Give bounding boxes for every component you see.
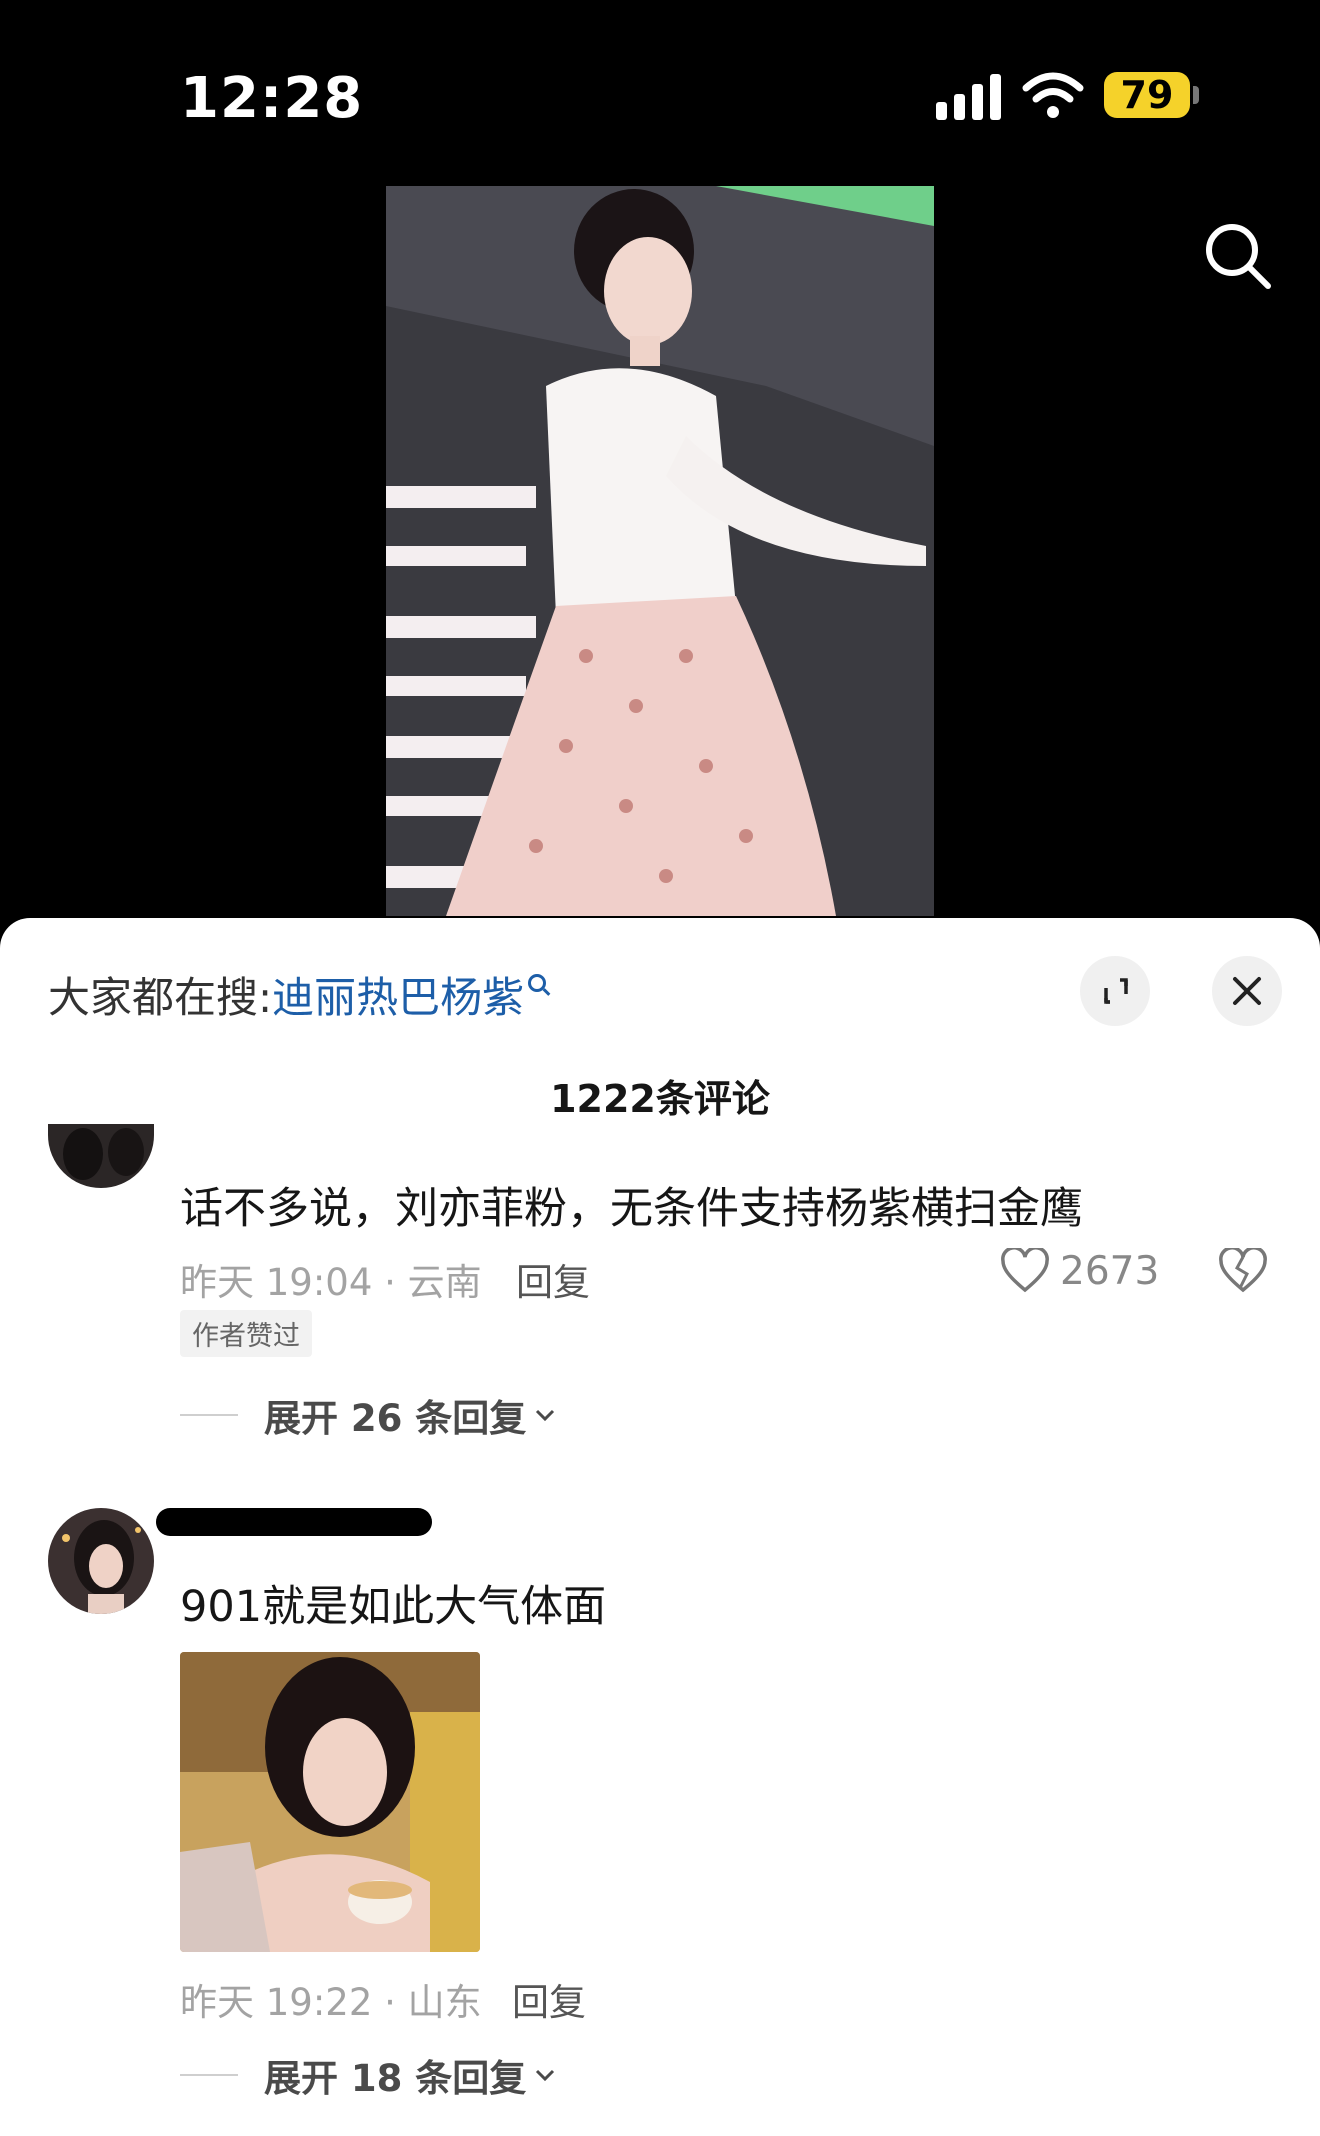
expand-icon	[1104, 978, 1128, 1004]
comment-meta: 昨天 19:04 · 云南	[180, 1261, 482, 1304]
hot-search-prefix: 大家都在搜:	[48, 973, 273, 1022]
expand-button[interactable]	[1080, 956, 1150, 1026]
like-button[interactable]: 2673	[1000, 1248, 1159, 1294]
avatar[interactable]	[48, 1124, 154, 1188]
signal-icon	[936, 72, 1006, 120]
heart-icon	[1001, 1248, 1049, 1293]
status-time: 12:28	[180, 66, 364, 131]
close-button[interactable]	[1212, 956, 1282, 1026]
battery-tip	[1193, 86, 1199, 104]
hot-search-bar[interactable]: 大家都在搜:迪丽热巴杨紫	[48, 964, 547, 1025]
expand-replies-label: 展开 26 条回复	[264, 1397, 527, 1440]
comments-sheet: 大家都在搜:迪丽热巴杨紫 1222条评论 话不多说，刘亦菲粉，无条件支持杨紫横扫…	[0, 918, 1320, 2136]
hot-search-keyword[interactable]: 迪丽热巴杨紫	[272, 973, 524, 1022]
chevron-down-icon	[536, 1409, 555, 1422]
author-liked-badge: 作者赞过	[180, 1310, 312, 1357]
battery-indicator: 79	[1104, 72, 1190, 118]
video-thumbnail[interactable]	[386, 186, 934, 916]
reply-button[interactable]: 回复	[512, 1972, 586, 2026]
wifi-icon	[1022, 72, 1084, 118]
username-redacted	[156, 1508, 432, 1536]
comment-image[interactable]	[180, 1652, 480, 1952]
status-bar: 12:28 79	[0, 0, 1320, 190]
avatar[interactable]	[48, 1508, 154, 1614]
expand-replies-button[interactable]: 展开 18 条回复	[180, 2048, 558, 2102]
comment-count: 1222条评论	[550, 1077, 770, 1121]
comment-meta: 昨天 19:22 · 山东	[180, 1981, 482, 2024]
search-icon[interactable]	[1200, 218, 1274, 292]
divider	[180, 2074, 238, 2076]
search-icon	[528, 974, 547, 992]
divider	[180, 1414, 238, 1416]
like-count: 2673	[1060, 1248, 1160, 1294]
reply-button[interactable]: 回复	[516, 1252, 590, 1306]
chevron-down-icon	[536, 2069, 555, 2082]
broken-heart-icon[interactable]	[1218, 1248, 1268, 1294]
comment-text: 901就是如此大气体面	[180, 1582, 607, 1632]
expand-replies-label: 展开 18 条回复	[264, 2057, 527, 2100]
expand-replies-button[interactable]: 展开 26 条回复	[180, 1388, 558, 1442]
close-icon	[1233, 977, 1261, 1005]
comment-text: 话不多说，刘亦菲粉，无条件支持杨紫横扫金鹰	[180, 1184, 1083, 1234]
